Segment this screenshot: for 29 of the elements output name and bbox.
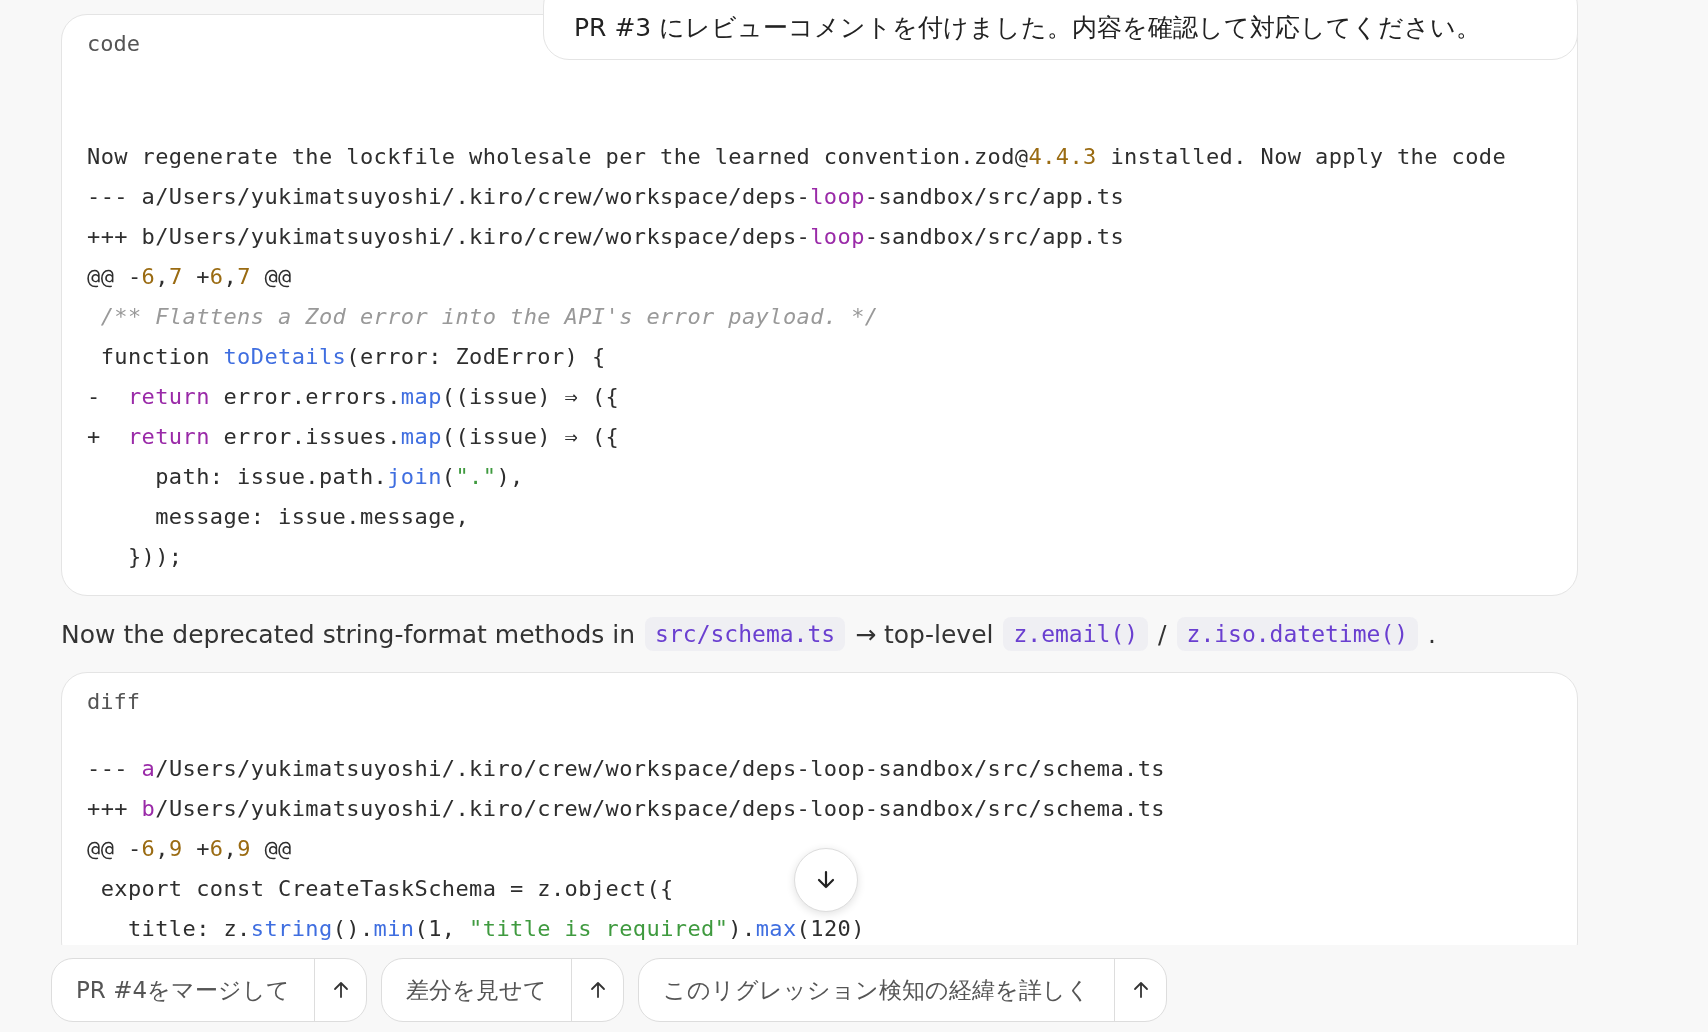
- code-line: --- a/Users/yukimatsuyoshi/.kiro/crew/workspace/deps-loop-sandbox/src/schema.ts: [87, 755, 1165, 783]
- code-line: }));: [126, 543, 183, 571]
- code-language-label: diff: [87, 689, 140, 716]
- inline-code: z.email(): [1003, 617, 1149, 651]
- inline-code: z.iso.datetime(): [1176, 617, 1419, 651]
- suggestion-button[interactable]: 差分を見せて: [382, 959, 572, 1021]
- code-line: /** Flattens a Zod error into the API's error payload. */: [99, 303, 879, 331]
- code-line: +++ b/Users/yukimatsuyoshi/.kiro/crew/workspace/deps-loop-sandbox/src/app.ts: [87, 223, 1125, 251]
- message-text: /: [1158, 619, 1167, 649]
- code-line: export const CreateTaskSchema = z.object({: [99, 875, 674, 903]
- code-line: - return error.errors.map((issue) ⇒ ({: [87, 383, 620, 411]
- message-text: Now the deprecated string-format methods in: [61, 619, 636, 649]
- message-text: .: [1428, 619, 1437, 649]
- code-line: + return error.issues.map((issue) ⇒ ({: [87, 423, 620, 451]
- code-line: @@ -6,9 +6,9 @@: [87, 835, 292, 863]
- code-language-label: code: [87, 31, 140, 58]
- code-line: message: issue.message,: [154, 503, 470, 531]
- suggestion-button[interactable]: PR #4をマージして: [52, 959, 315, 1021]
- code-line: path: issue.path.join("."),: [154, 463, 524, 491]
- message-text: PR #3 にレビューコメントを付けました。内容を確認して対応してください。: [574, 11, 1482, 44]
- code-line: +++ b/Users/yukimatsuyoshi/.kiro/crew/workspace/deps-loop-sandbox/src/schema.ts: [87, 795, 1165, 823]
- code-line: --- a/Users/yukimatsuyoshi/.kiro/crew/workspace/deps-loop-sandbox/src/app.ts: [87, 183, 1125, 211]
- code-line: function toDetails(error: ZodError) {: [99, 343, 606, 371]
- message-text: → top-level: [855, 619, 994, 649]
- code-line: title: z.string().min(1, "title is required").max(120): [126, 915, 865, 943]
- code-line: @@ -6,7 +6,7 @@: [87, 263, 292, 291]
- suggestion-button[interactable]: このリグレッション検知の経緯を詳しく: [639, 959, 1115, 1021]
- code-line: Now regenerate the lockfile wholesale per the learned convention.zod@4.4.3 installed. Now apply the code: [87, 143, 1507, 171]
- inline-code: src/schema.ts: [645, 617, 846, 651]
